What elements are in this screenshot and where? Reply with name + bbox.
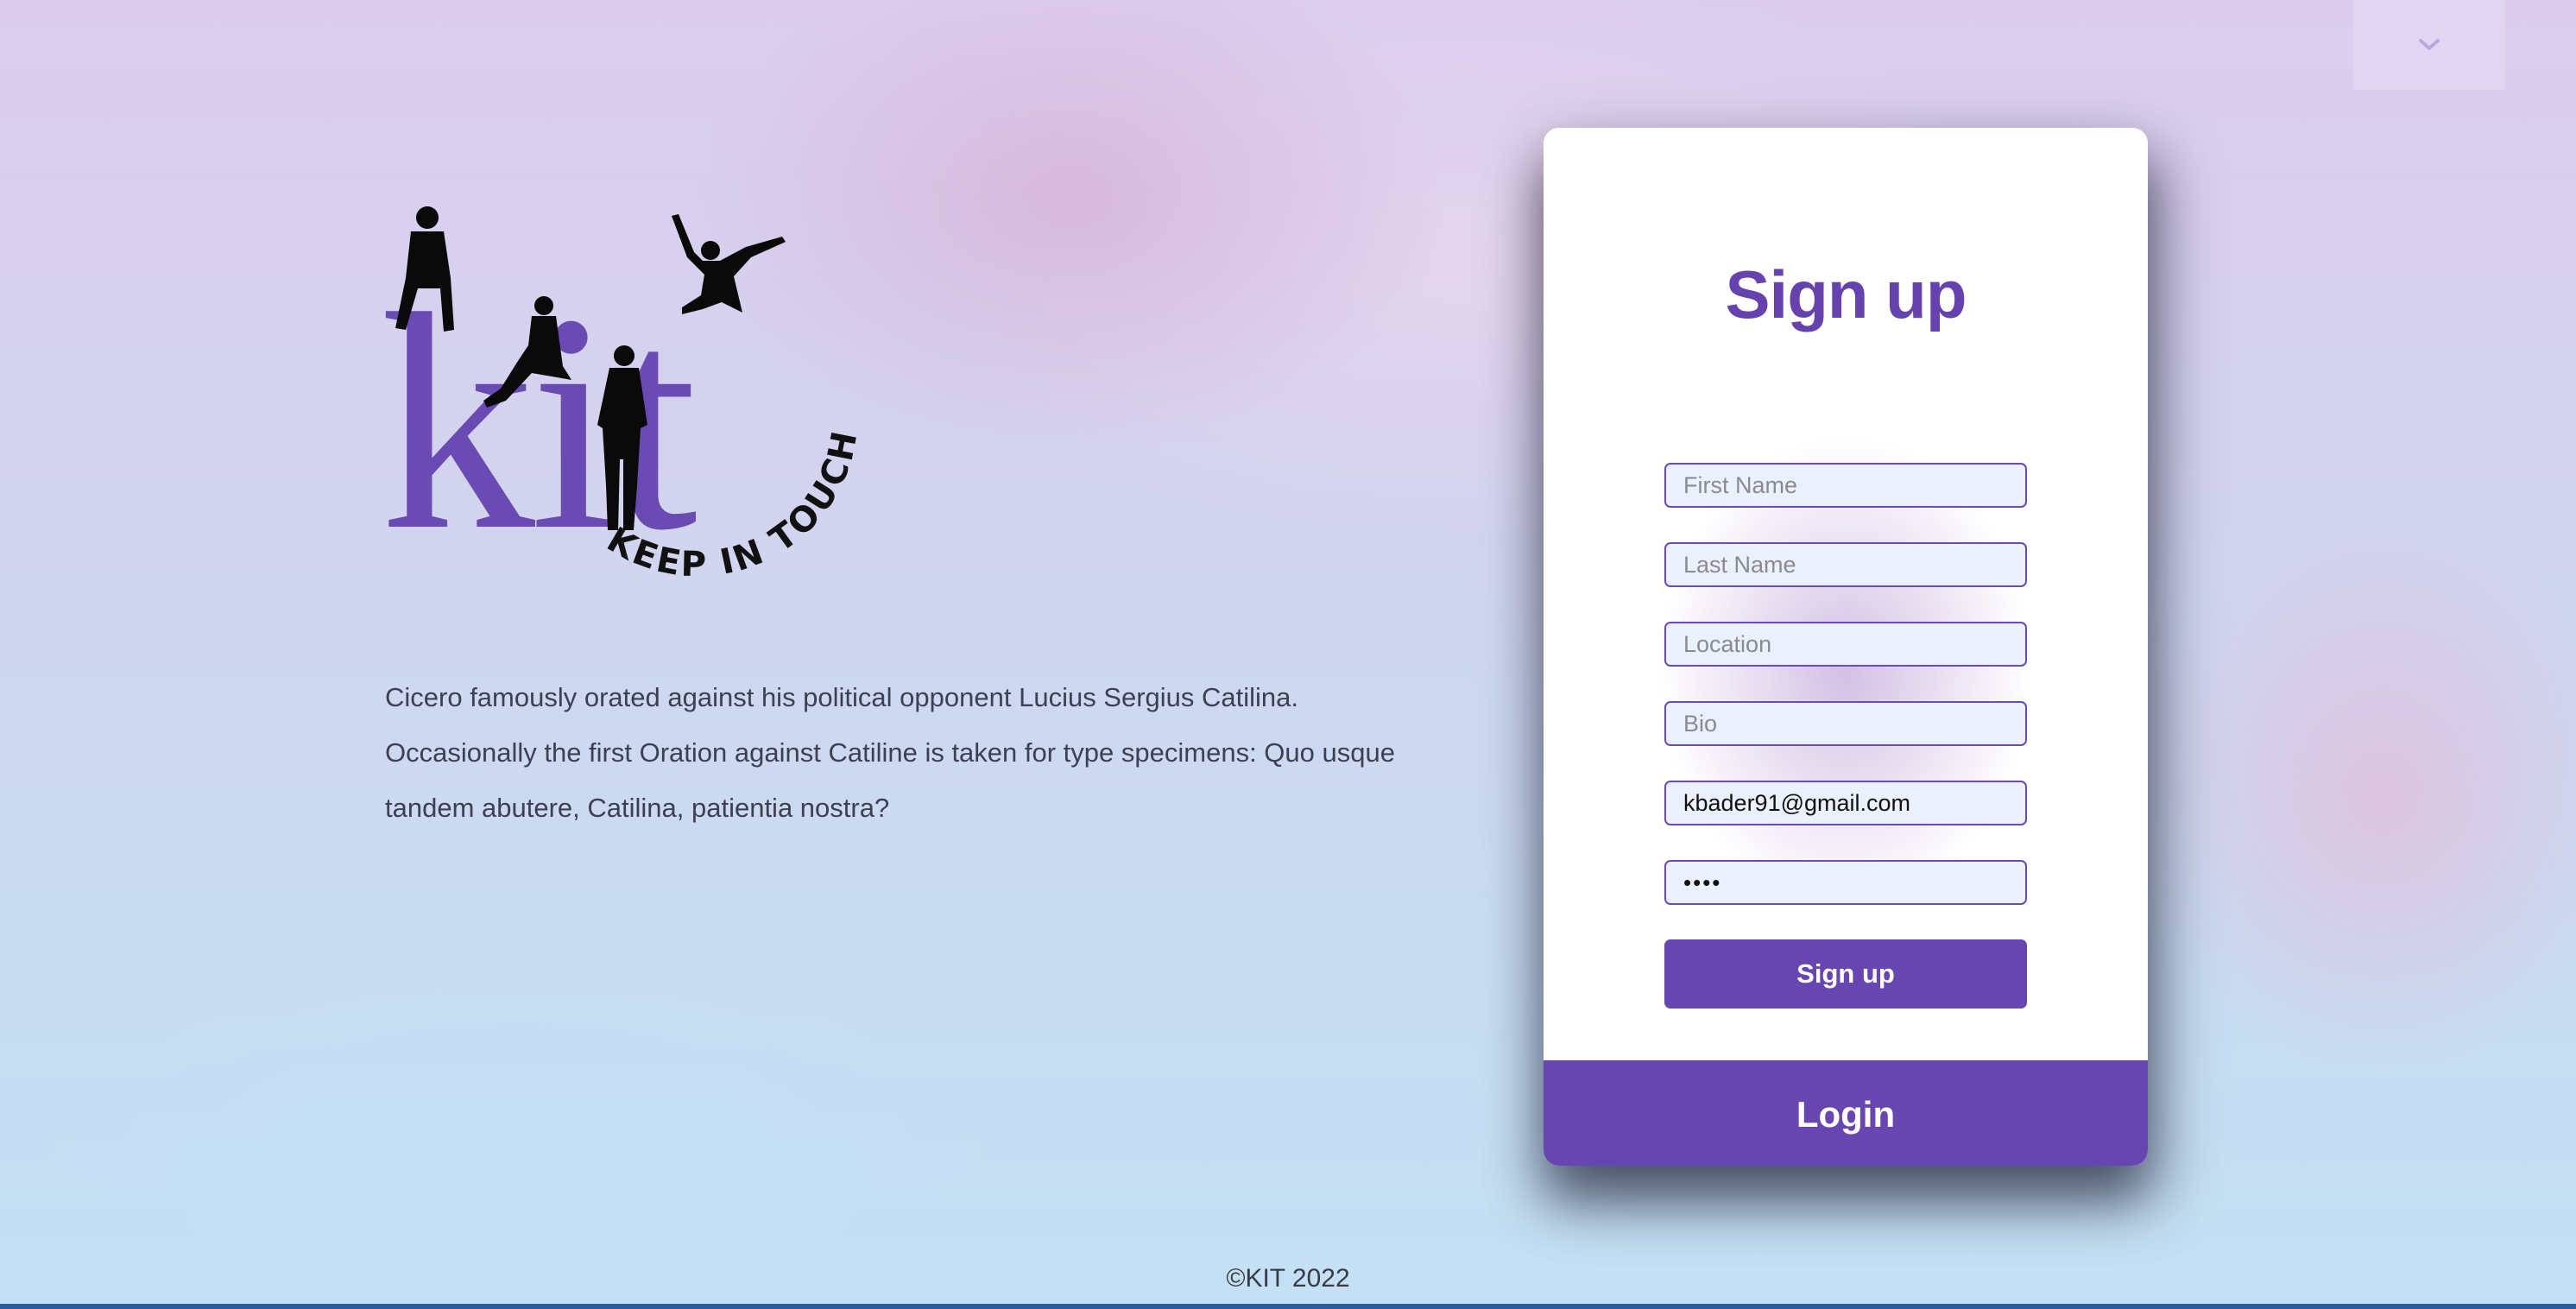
kit-logo: kit KEEP IN TOUCH [380, 206, 863, 594]
signup-card: Sign up Sign up Login [1544, 128, 2148, 1166]
bottom-edge-strip [0, 1304, 2576, 1309]
email-input[interactable] [1664, 781, 2027, 825]
last-name-input[interactable] [1664, 542, 2027, 587]
password-input[interactable] [1664, 860, 2027, 905]
bio-input[interactable] [1664, 701, 2027, 746]
first-name-input[interactable] [1664, 463, 2027, 508]
top-dropdown-toggle[interactable] [2353, 0, 2505, 90]
login-label: Login [1796, 1094, 1896, 1135]
signup-title: Sign up [1725, 256, 1967, 332]
footer-copyright: ©KIT 2022 [1226, 1264, 1350, 1293]
signup-button[interactable]: Sign up [1664, 939, 2027, 1009]
location-input[interactable] [1664, 622, 2027, 667]
login-button[interactable]: Login [1544, 1060, 2148, 1166]
chevron-down-icon [2419, 39, 2440, 50]
intro-paragraph: Cicero famously orated against his polit… [385, 682, 1395, 823]
signup-panel: Sign up Sign up [1544, 128, 2148, 1060]
